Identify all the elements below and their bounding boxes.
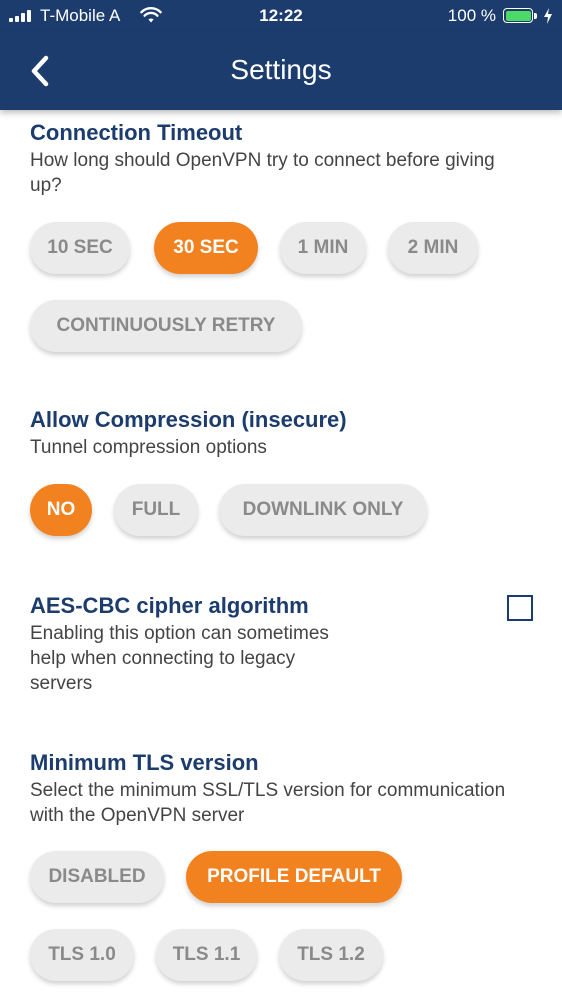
navigation-bar: Settings: [0, 32, 562, 110]
compression-title: Allow Compression (insecure): [30, 407, 347, 432]
aes-cbc-section: AES-CBC cipher algorithm Enabling this o…: [30, 593, 530, 696]
timeout-option-2-min[interactable]: 2 MIN: [388, 222, 478, 274]
tls-title: Minimum TLS version: [30, 750, 259, 775]
tls-option-disabled[interactable]: DISABLED: [30, 851, 164, 903]
aes-cbc-description-line-2: help when connecting to legacy: [30, 648, 296, 669]
compression-description: Tunnel compression options: [30, 437, 267, 458]
aes-cbc-description: Enabling this option can sometimes help …: [30, 621, 530, 696]
battery-tip: [534, 13, 537, 19]
status-bar: T-Mobile A 12:22 100 %: [0, 0, 562, 32]
tls-option-tls-1-0[interactable]: TLS 1.0: [30, 929, 134, 981]
settings-content[interactable]: Connection Timeout How long should OpenV…: [0, 110, 562, 999]
connection-timeout-title: Connection Timeout: [30, 120, 243, 145]
page-title: Settings: [230, 54, 332, 85]
charging-bolt-icon: [544, 8, 552, 24]
connection-timeout-section: Connection Timeout How long should OpenV…: [30, 120, 530, 198]
compression-section: Allow Compression (insecure) Tunnel comp…: [30, 407, 530, 460]
timeout-option-10-sec[interactable]: 10 SEC: [30, 222, 130, 274]
aes-cbc-description-line-1: Enabling this option can sometimes: [30, 623, 329, 644]
tls-section: Minimum TLS version Select the minimum S…: [30, 750, 530, 828]
compression-option-downlink-only[interactable]: DOWNLINK ONLY: [219, 484, 427, 536]
tls-description: Select the minimum SSL/TLS version for c…: [30, 780, 506, 826]
connection-timeout-description: How long should OpenVPN try to connect b…: [30, 150, 495, 196]
timeout-option-1-min[interactable]: 1 MIN: [280, 222, 366, 274]
compression-option-no[interactable]: NO: [30, 484, 92, 536]
timeout-option-30-sec[interactable]: 30 SEC: [154, 222, 258, 274]
tls-option-tls-1-2[interactable]: TLS 1.2: [279, 929, 383, 981]
aes-cbc-checkbox[interactable]: [507, 595, 533, 621]
aes-cbc-description-line-3: servers: [30, 673, 93, 694]
timeout-option-continuously-retry[interactable]: CONTINUOUSLY RETRY: [30, 300, 302, 352]
tls-option-tls-1-1[interactable]: TLS 1.1: [156, 929, 257, 981]
battery-percentage: 100 %: [447, 6, 496, 25]
battery-icon: [503, 8, 533, 23]
aes-cbc-title: AES-CBC cipher algorithm: [30, 593, 309, 618]
compression-option-full[interactable]: FULL: [114, 484, 198, 536]
tls-option-profile-default[interactable]: PROFILE DEFAULT: [186, 851, 402, 903]
